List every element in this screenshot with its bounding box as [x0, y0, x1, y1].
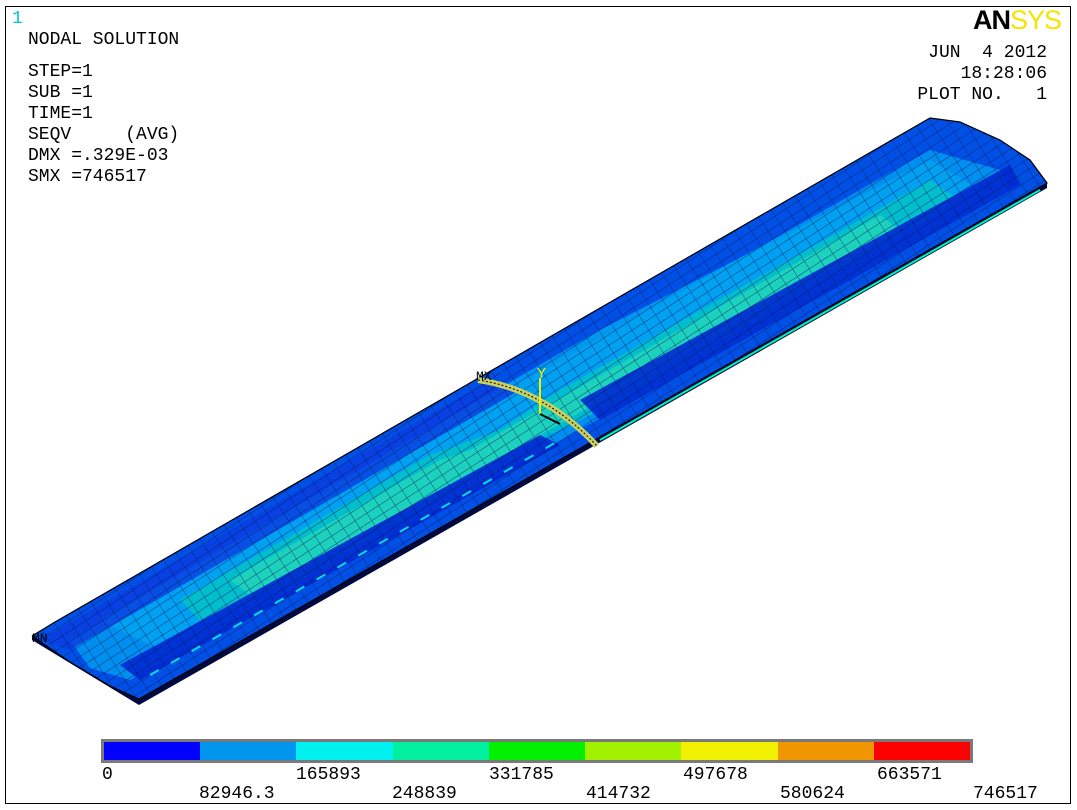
legend-label-3: 248839 [392, 784, 457, 804]
legend-label-1: 82946.3 [199, 784, 275, 804]
legend-swatch-6 [681, 742, 778, 760]
legend-label-8: 663571 [877, 765, 942, 785]
legend-label-6: 497678 [683, 765, 748, 785]
legend-label-9: 746517 [973, 784, 1038, 804]
legend-label-7: 580624 [780, 784, 845, 804]
legend-swatch-7 [777, 742, 874, 760]
legend-label-4: 331785 [489, 765, 554, 785]
legend-swatch-4 [488, 742, 586, 760]
legend-label-5: 414732 [586, 784, 651, 804]
legend-label-0: 0 [102, 765, 113, 785]
legend-label-2: 165893 [296, 765, 361, 785]
fe-model-plot[interactable]: Y MX MN [0, 0, 1077, 810]
legend-swatch-3 [392, 742, 489, 760]
max-marker: MX [476, 369, 492, 384]
legend-swatch-1 [200, 742, 297, 760]
legend-swatch-8 [873, 742, 970, 760]
legend-swatch-2 [296, 742, 393, 760]
legend-swatch-5 [585, 742, 682, 760]
contour-legend-bar [101, 739, 973, 763]
axis-y-label: Y [537, 366, 546, 383]
min-marker: MN [32, 631, 48, 646]
legend-swatch-0 [104, 742, 201, 760]
